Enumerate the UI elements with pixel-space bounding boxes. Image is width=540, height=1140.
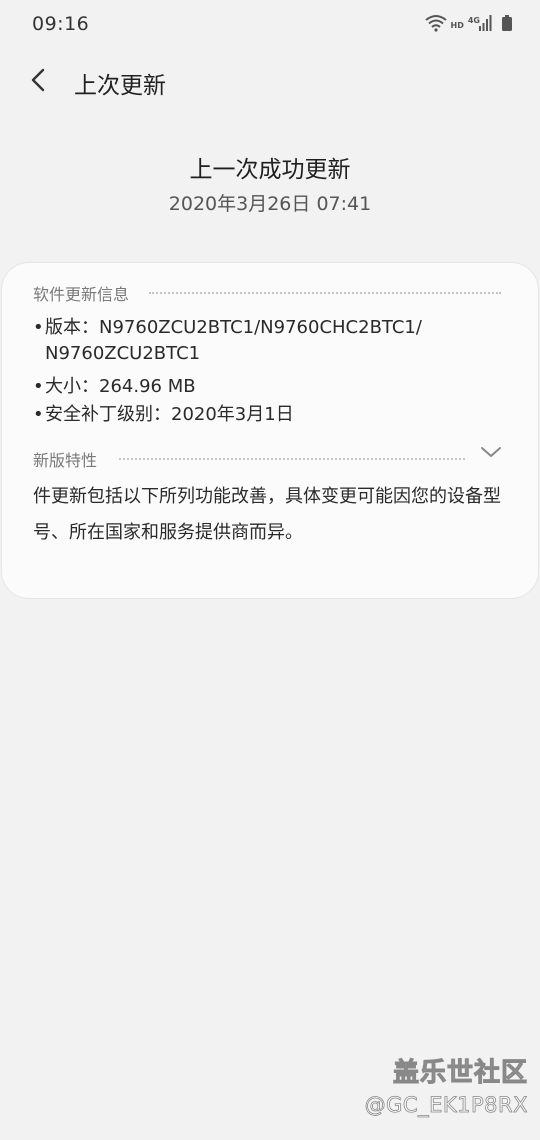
watermark-handle: @GC_EK1P8RX [364, 1093, 528, 1118]
signal-icon [478, 15, 492, 35]
version-label: 版本： [45, 317, 99, 338]
features-header[interactable]: 新版特性 [33, 447, 466, 471]
last-update-heading: 上一次成功更新 [189, 157, 351, 183]
status-bar: 09:16 HD 4G [0, 0, 540, 50]
dotted-divider [149, 292, 502, 294]
dotted-divider [119, 458, 466, 460]
features-description: 件更新包括以下所列功能改善，具体变更可能因您的设备型号、所在国家和服务提供商而异… [33, 486, 501, 543]
update-info-card: 软件更新信息 •版本：N9760ZCU2BTC1/N9760CHC2BTC1/ … [1, 262, 539, 599]
size-label: 大小： [45, 376, 99, 397]
size-line: •大小：264.96 MB [33, 372, 196, 398]
software-info-heading: 软件更新信息 [33, 285, 130, 304]
back-arrow-icon [31, 68, 45, 92]
security-patch-line: •安全补丁级别：2020年3月1日 [33, 400, 294, 426]
app-bar: 上次更新 [0, 50, 540, 110]
battery-icon [502, 15, 512, 35]
security-patch-value: 2020年3月1日 [171, 404, 294, 425]
last-update-date: 2020年3月26日 07:41 [168, 193, 372, 215]
network-type-label: 4G [467, 15, 480, 25]
size-value: 264.96 MB [99, 376, 196, 397]
features-heading: 新版特性 [33, 451, 98, 470]
chevron-down-icon[interactable] [480, 445, 502, 459]
bullet: • [33, 376, 44, 397]
version-line: •版本：N9760ZCU2BTC1/N9760CHC2BTC1/ [33, 313, 422, 339]
status-icons: HD 4G [424, 14, 512, 36]
version-value-line1: N9760ZCU2BTC1/N9760CHC2BTC1/ [99, 317, 422, 338]
security-patch-label: 安全补丁级别： [45, 404, 171, 425]
status-time: 09:16 [32, 13, 90, 35]
watermark-logo: 盖乐世社区 [392, 1058, 528, 1089]
version-value-line2: N9760ZCU2BTC1 [45, 343, 201, 364]
software-info-header: 软件更新信息 [33, 281, 502, 305]
hd-icon: HD [450, 20, 464, 30]
bullet: • [33, 317, 44, 338]
bullet: • [33, 404, 44, 425]
wifi-icon [424, 14, 447, 36]
page-title: 上次更新 [74, 73, 166, 99]
back-button[interactable] [18, 60, 58, 100]
